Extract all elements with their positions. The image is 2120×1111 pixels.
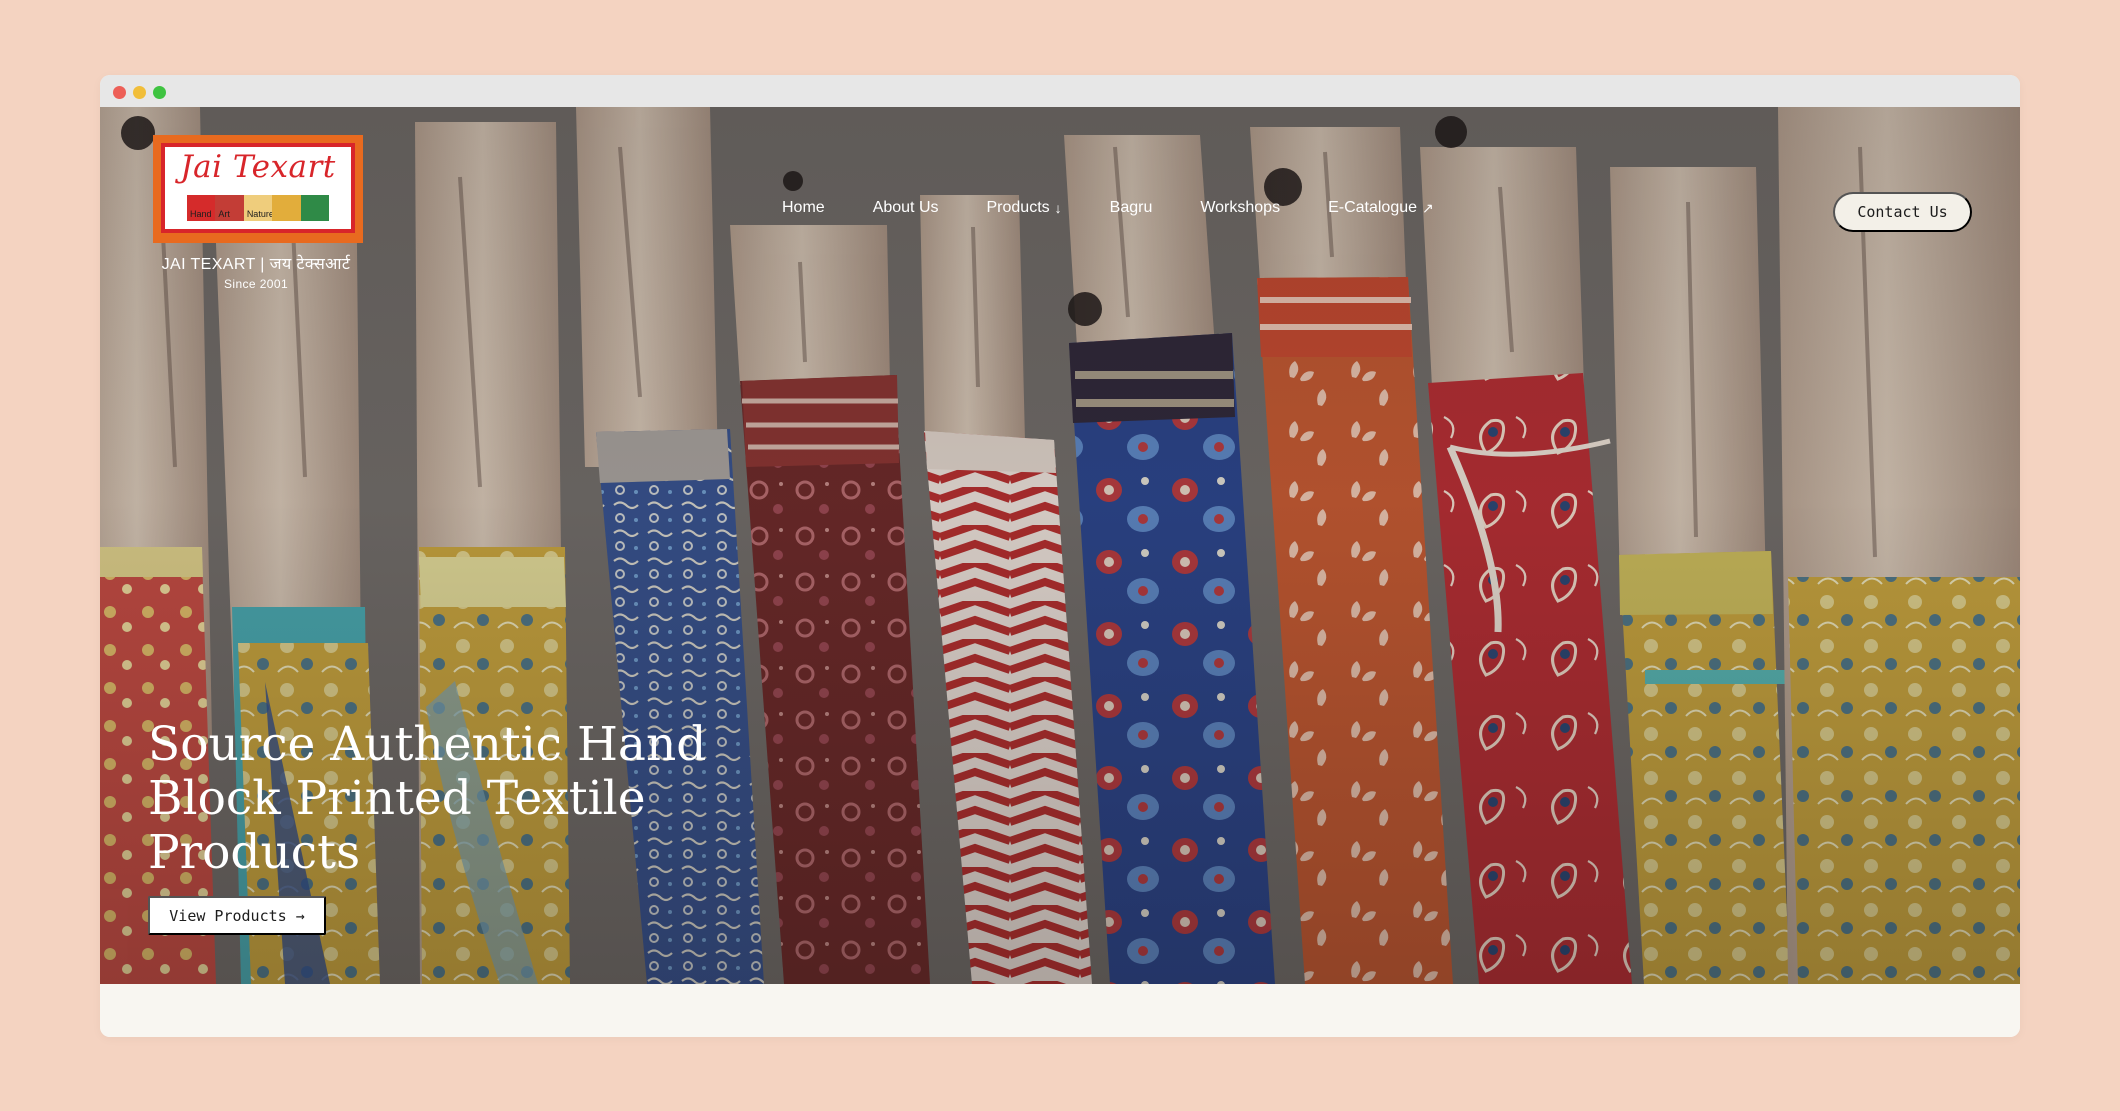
logo-red-frame: Jai Texart Hand Art Nature [161, 143, 355, 233]
view-products-button[interactable]: View Products → [148, 896, 326, 935]
nav-home-label: Home [782, 199, 825, 216]
logo-strip-nature: Nature [243, 195, 273, 221]
nav-e-catalogue-label: E-Catalogue [1328, 199, 1418, 216]
down-arrow-icon: ↓ [1054, 200, 1062, 216]
content-below-hero [100, 984, 2020, 1037]
brand-logo[interactable]: Jai Texart Hand Art Nature [153, 135, 363, 243]
nav-workshops[interactable]: Workshops [1200, 199, 1280, 217]
minimize-window-dot[interactable] [133, 86, 146, 99]
strip-label-nature: Nature [246, 209, 273, 219]
nav-bagru[interactable]: Bagru [1110, 199, 1153, 217]
logo-strip-art: Art [215, 195, 244, 221]
logo-strip-hand: Hand [187, 195, 216, 221]
nav-products-label: Products [986, 199, 1050, 216]
nav-about-us[interactable]: About Us [873, 199, 939, 217]
nav-home[interactable]: Home [782, 199, 825, 217]
logo-card: Jai Texart Hand Art Nature [165, 147, 351, 229]
maximize-window-dot[interactable] [153, 86, 166, 99]
nav-products[interactable]: Products ↓ [987, 199, 1062, 217]
brand-since: Since 2001 [223, 277, 289, 291]
hero-heading: Source Authentic Hand Block Printed Text… [148, 717, 707, 880]
nav-e-catalogue[interactable]: E-Catalogue ↗ [1328, 199, 1434, 217]
nav-about-us-label: About Us [872, 199, 939, 216]
close-window-dot[interactable] [113, 86, 126, 99]
nav-workshops-label: Workshops [1200, 199, 1281, 216]
nav-bagru-label: Bagru [1109, 199, 1153, 216]
logo-strip-temple [272, 195, 301, 221]
main-navigation: Home About Us Products ↓ Bagru Workshops … [782, 199, 1434, 217]
external-link-icon: ↗ [1422, 199, 1434, 216]
logo-script-text: Jai Texart [180, 149, 336, 185]
browser-window: Jai Texart Hand Art Nature JAI TEXART | … [100, 75, 2020, 1037]
strip-label-hand: Hand [190, 209, 212, 219]
brand-title: JAI TEXART | जय टेक्सआर्ट [161, 256, 351, 273]
logo-strip-paisley [300, 195, 330, 221]
hero-section: Jai Texart Hand Art Nature JAI TEXART | … [100, 107, 2020, 984]
window-titlebar [100, 75, 2020, 107]
strip-label-art: Art [218, 209, 230, 219]
logo-image-strip: Hand Art Nature [187, 195, 330, 221]
contact-us-button[interactable]: Contact Us [1833, 192, 1972, 232]
